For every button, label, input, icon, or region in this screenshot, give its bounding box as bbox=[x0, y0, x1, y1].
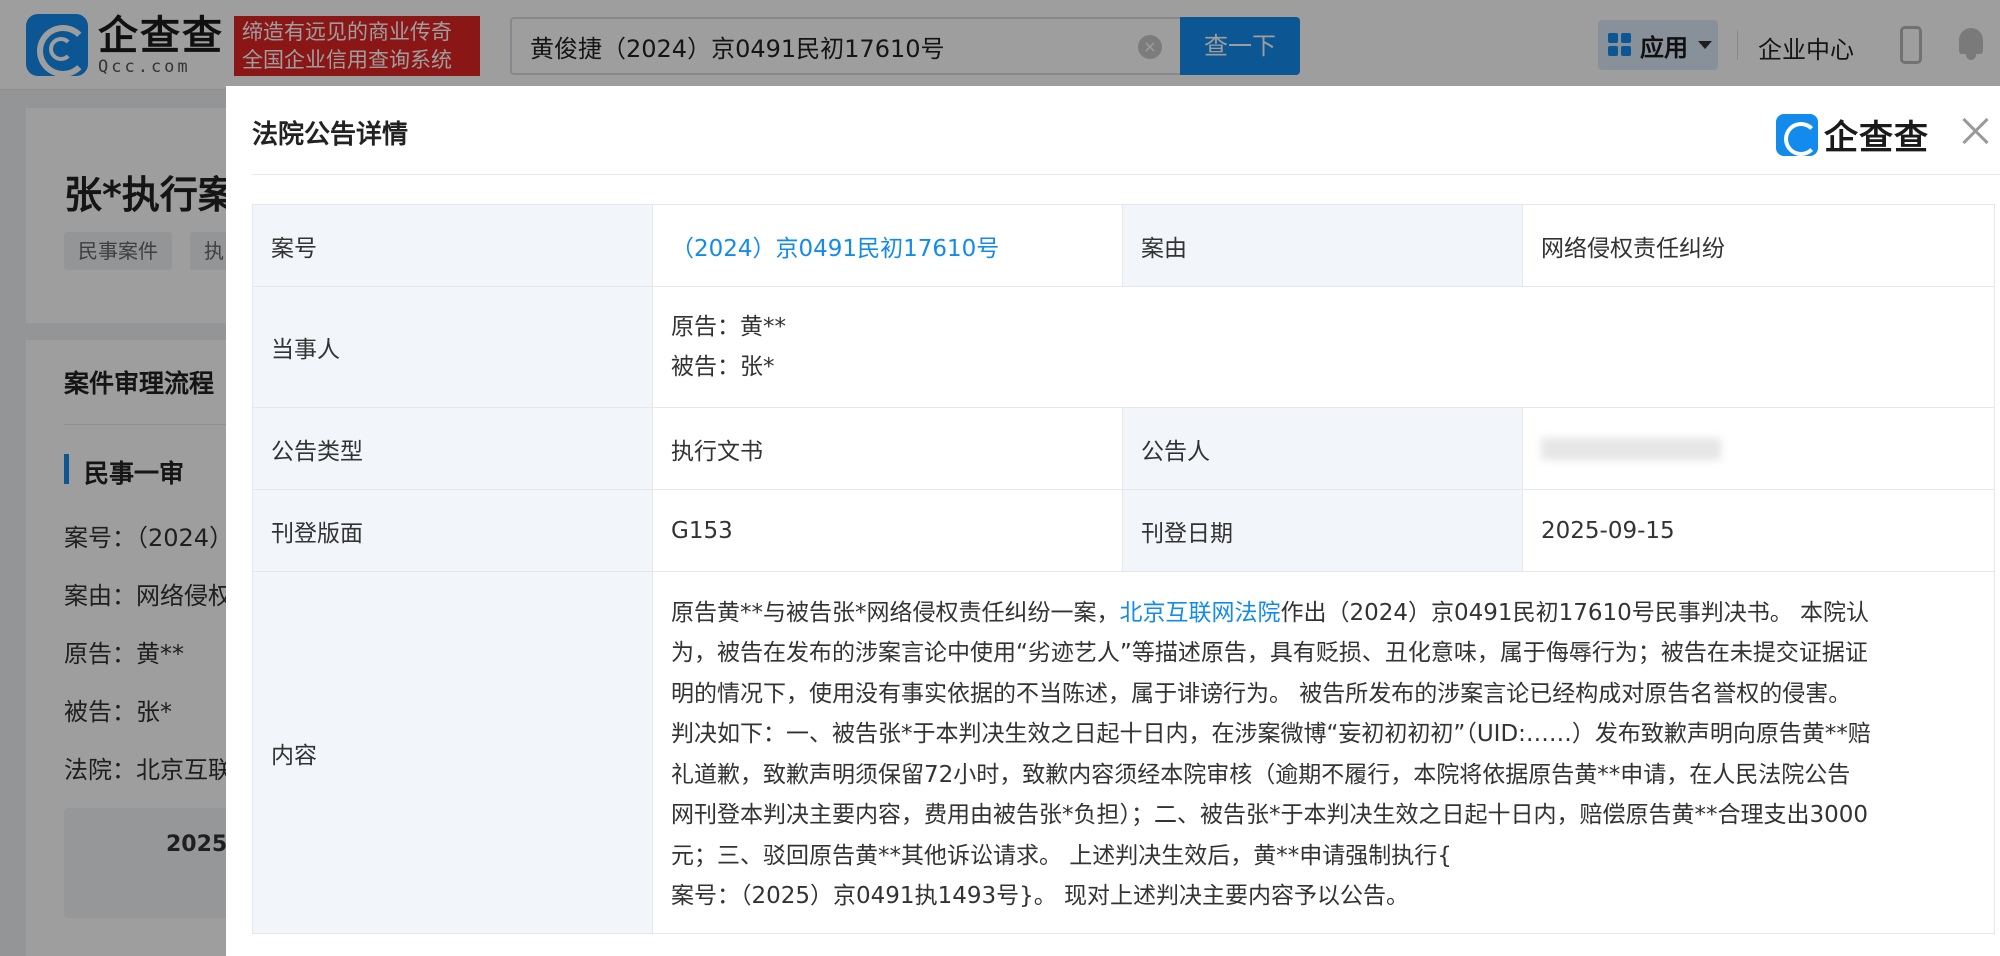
modal-divider bbox=[252, 174, 2000, 175]
announcer-value bbox=[1522, 407, 1995, 490]
announcement-modal: 法院公告详情 企查查 案号 （2024）京0491民初17610号 案由 网络侵… bbox=[226, 86, 2000, 956]
type-label: 公告类型 bbox=[252, 407, 653, 490]
content-value: 原告黄**与被告张*网络侵权责任纠纷一案，北京互联网法院作出（2024）京049… bbox=[652, 571, 1995, 934]
date-label: 刊登日期 bbox=[1122, 489, 1523, 572]
close-icon[interactable] bbox=[1958, 114, 1992, 148]
table-row: 当事人 原告：黄** 被告：张* bbox=[252, 286, 1995, 408]
case-no-value: （2024）京0491民初17610号 bbox=[652, 204, 1123, 287]
date-value: 2025-09-15 bbox=[1522, 489, 1995, 572]
content-line: 原告黄**与被告张*网络侵权责任纠纷一案，北京互联网法院作出（2024）京049… bbox=[671, 599, 1870, 626]
case-no-label: 案号 bbox=[252, 204, 653, 287]
page-value: G153 bbox=[652, 489, 1123, 572]
case-no-link[interactable]: （2024）京0491民初17610号 bbox=[671, 236, 999, 262]
content-line: 为，被告在发布的涉案言论中使用“劣迹艺人”等描述原告，具有贬损、丑化意味，属于侮… bbox=[671, 640, 1868, 666]
content-line: 判决如下：一、被告张*于本判决生效之日起十日内，在涉案微博“妄初初初初”（UID… bbox=[671, 721, 1871, 747]
table-row: 案号 （2024）京0491民初17610号 案由 网络侵权责任纠纷 bbox=[252, 204, 1995, 287]
type-value: 执行文书 bbox=[652, 407, 1123, 490]
content-line: 案号：（2025）京0491执1493号}。 现对上述判决主要内容予以公告。 bbox=[671, 883, 1410, 909]
brand-name: 企查查 bbox=[1824, 118, 1929, 158]
redacted-announcer bbox=[1541, 438, 1721, 460]
content-line: 网刊登本判决主要内容，费用由被告张*负担）；二、被告张*于本判决生效之日起十日内… bbox=[671, 802, 1869, 828]
content-label: 内容 bbox=[252, 571, 653, 934]
modal-title: 法院公告详情 bbox=[252, 120, 409, 150]
announcer-label: 公告人 bbox=[1122, 407, 1523, 490]
table-row: 公告类型 执行文书 公告人 bbox=[252, 407, 1995, 490]
table-row: 刊登版面 G153 刊登日期 2025-09-15 bbox=[252, 489, 1995, 572]
modal-brand-logo: 企查查 bbox=[1776, 110, 1929, 159]
parties-label: 当事人 bbox=[252, 286, 653, 408]
content-line: 礼道歉，致歉声明须保留72小时，致歉内容须经本院审核（逾期不履行，本院将依据原告… bbox=[671, 761, 1851, 788]
table-row: 内容 原告黄**与被告张*网络侵权责任纠纷一案，北京互联网法院作出（2024）京… bbox=[252, 571, 1995, 934]
court-link[interactable]: 北京互联网法院 bbox=[1120, 600, 1281, 626]
page-label: 刊登版面 bbox=[252, 489, 653, 572]
content-line: 元；三、驳回原告黄**其他诉讼请求。 上述判决生效后，黄**申请强制执行{ bbox=[671, 842, 1452, 869]
qcc-logo-icon bbox=[1776, 113, 1818, 156]
defendant: 被告：张* bbox=[671, 354, 775, 380]
plaintiff: 原告：黄** bbox=[671, 314, 786, 340]
announcement-table: 案号 （2024）京0491民初17610号 案由 网络侵权责任纠纷 当事人 原… bbox=[252, 204, 1995, 934]
content-line: 明的情况下，使用没有事实依据的不当陈述，属于诽谤行为。 被告所发布的涉案言论已经… bbox=[671, 680, 1852, 707]
cause-value: 网络侵权责任纠纷 bbox=[1522, 204, 1995, 287]
parties-value: 原告：黄** 被告：张* bbox=[652, 286, 1995, 408]
cause-label: 案由 bbox=[1122, 204, 1523, 287]
